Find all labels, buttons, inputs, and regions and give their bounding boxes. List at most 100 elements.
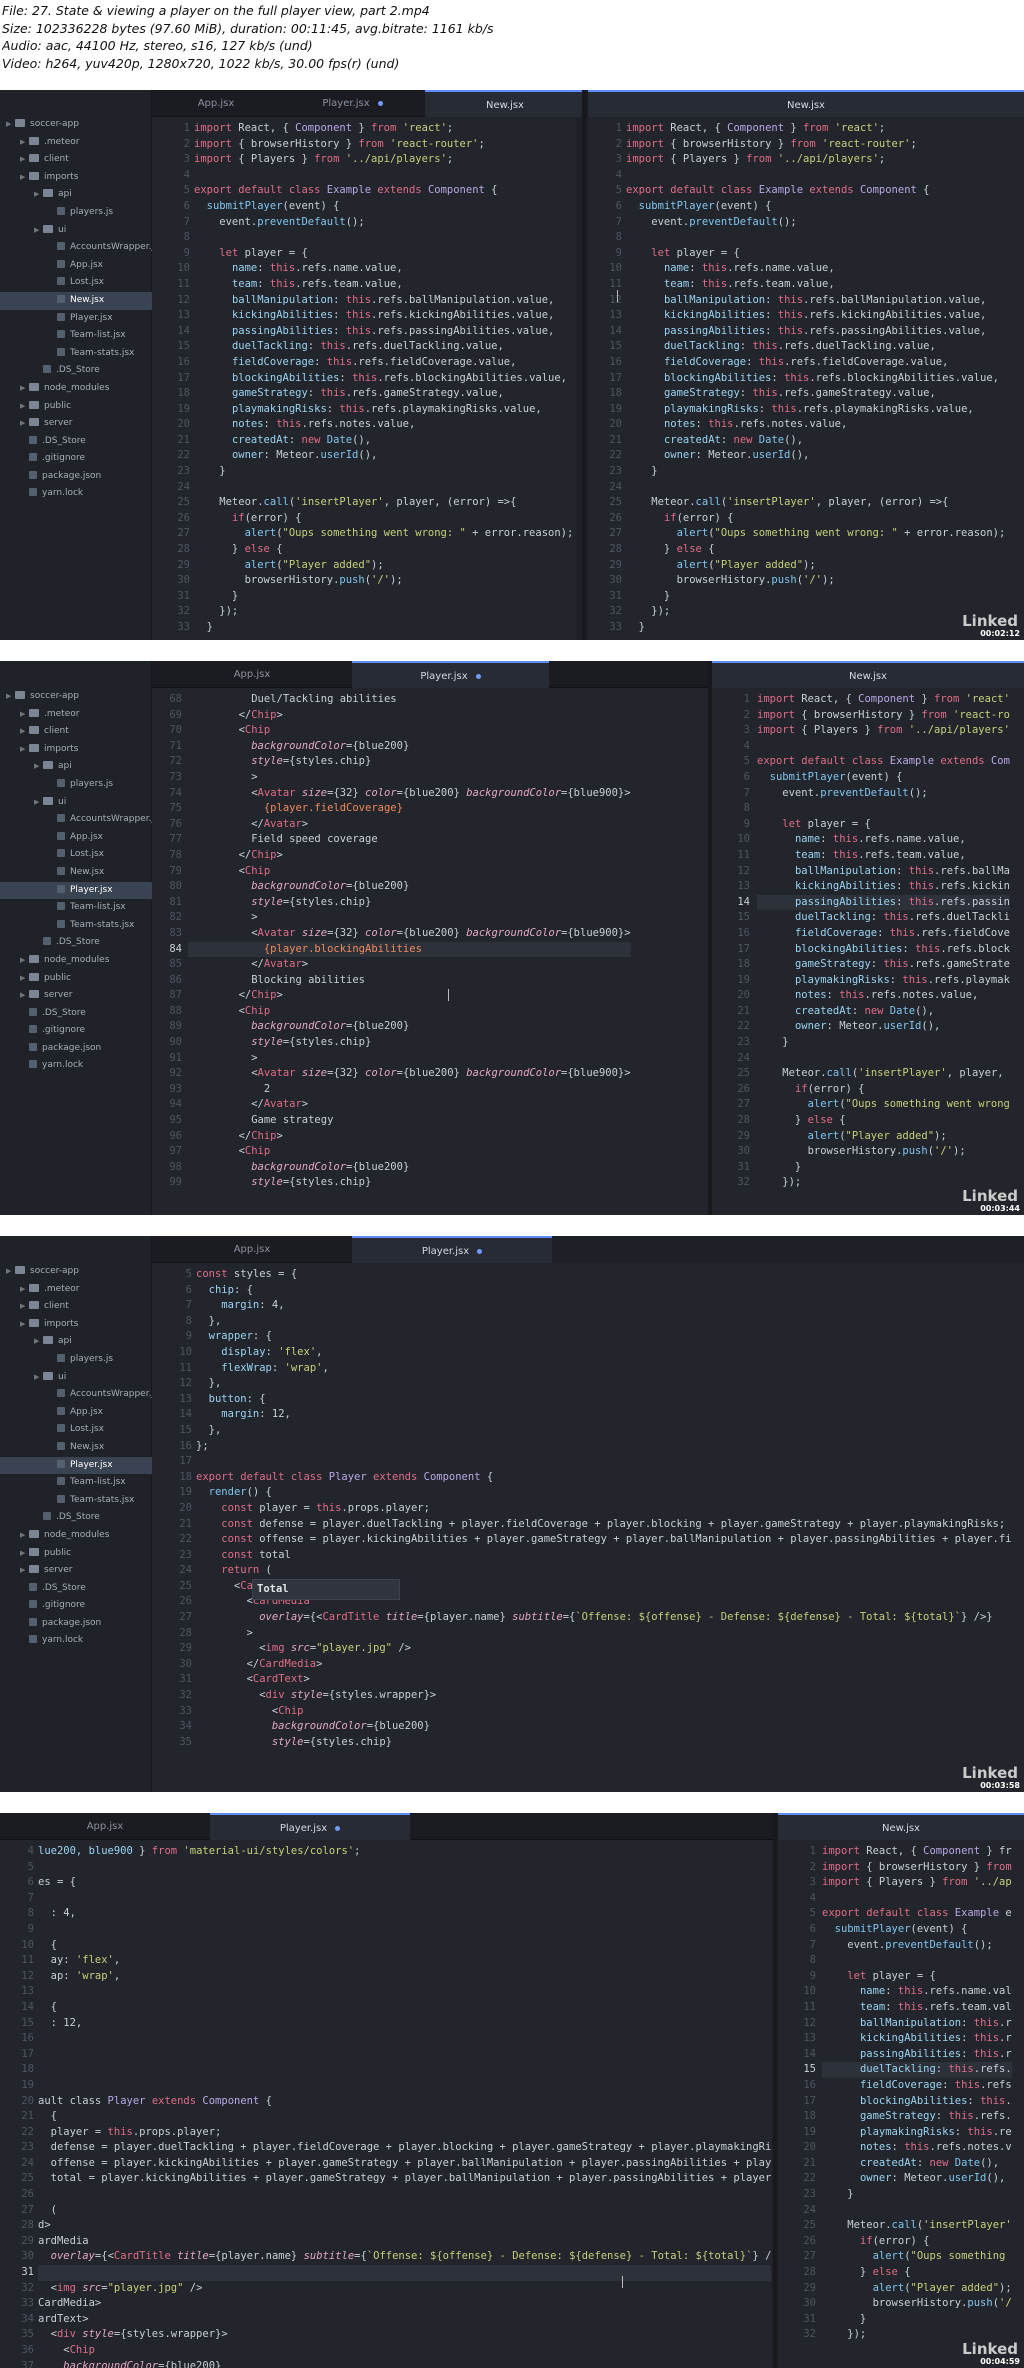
file-item[interactable]: Team-list.jsx: [0, 899, 152, 917]
folder-item[interactable]: ▶ .meteor: [0, 134, 152, 152]
editor-tab[interactable]: App.jsx: [0, 1813, 210, 1840]
file-item[interactable]: package.json: [0, 1615, 152, 1633]
code-pane[interactable]: 5 6 7 8 9 10 11 12 13 14 15 16 17 18 19 20 21 22 23 24 25 26 2…: [152, 1263, 1024, 1792]
folder-item[interactable]: ▶ soccer-app: [0, 116, 152, 134]
file-item[interactable]: .DS_Store: [0, 1005, 152, 1023]
file-item[interactable]: AccountsWrapper.js: [0, 1386, 159, 1404]
folder-item[interactable]: ▶ public: [0, 398, 152, 416]
folder-item[interactable]: ▶ soccer-app: [0, 1263, 152, 1281]
code-pane[interactable]: 1 2 3 4 5 6 7 8 9 10 11 12 13 14 15 16 17 18 19 20 21 22 23 24 2…: [712, 688, 1024, 1215]
file-item[interactable]: Player.jsx: [0, 310, 152, 328]
editor-tab[interactable]: Player.jsx: [352, 661, 549, 688]
folder-item[interactable]: ▶ .meteor: [0, 706, 152, 724]
folder-item[interactable]: ▶ node_modules: [0, 380, 152, 398]
file-item[interactable]: New.jsx: [0, 864, 152, 882]
folder-item[interactable]: ▶ node_modules: [0, 952, 152, 970]
folder-item[interactable]: ▶ api: [0, 758, 152, 776]
folder-item[interactable]: ▶ client: [0, 151, 152, 169]
folder-item[interactable]: ▶ api: [0, 1333, 152, 1351]
file-item[interactable]: players.js: [0, 204, 152, 222]
code-line: {: [38, 2110, 57, 2123]
folder-item[interactable]: ▶ client: [0, 723, 152, 741]
file-item[interactable]: App.jsx: [0, 257, 152, 275]
file-item[interactable]: .gitignore: [0, 450, 152, 468]
folder-item[interactable]: ▶ server: [0, 415, 152, 433]
folder-item[interactable]: ▶ ui: [0, 222, 152, 240]
file-icon: [57, 347, 65, 356]
editor-tab[interactable]: Player.jsx: [352, 1236, 552, 1263]
file-item[interactable]: yarn.lock: [0, 1057, 152, 1075]
folder-item[interactable]: ▶ api: [0, 186, 152, 204]
file-item[interactable]: Team-stats.jsx: [0, 345, 152, 363]
editor-tab[interactable]: Player.jsx: [280, 90, 425, 117]
file-item[interactable]: .DS_Store: [0, 1580, 152, 1598]
file-item[interactable]: .DS_Store: [0, 1509, 152, 1527]
folder-item[interactable]: ▶ public: [0, 1545, 152, 1563]
folder-item[interactable]: ▶ server: [0, 1562, 152, 1580]
file-item[interactable]: Team-list.jsx: [0, 1474, 152, 1492]
file-item[interactable]: Team-list.jsx: [0, 327, 152, 345]
code-pane[interactable]: 4 5 6 7 8 9 10 11 12 13 14 15 16 17 18 19 20 21 22 23 24 25 26…: [0, 1840, 772, 2368]
file-item[interactable]: App.jsx: [0, 829, 152, 847]
editor-tab[interactable]: App.jsx: [152, 1236, 352, 1263]
file-item[interactable]: .gitignore: [0, 1022, 152, 1040]
editor-tab[interactable]: Player.jsx: [210, 1813, 410, 1840]
file-item[interactable]: .DS_Store: [0, 362, 152, 380]
line-number: 29: [21, 2234, 34, 2247]
code-line: submitPlayer(event) {: [206, 199, 340, 212]
editor-tab[interactable]: App.jsx: [152, 661, 352, 688]
folder-item[interactable]: ▶ imports: [0, 1316, 152, 1334]
folder-item[interactable]: ▶ soccer-app: [0, 688, 152, 706]
file-item[interactable]: Lost.jsx: [0, 846, 152, 864]
file-item[interactable]: .DS_Store: [0, 433, 152, 451]
editor-tab[interactable]: New.jsx: [778, 1813, 1024, 1840]
line-number: 30: [179, 1657, 192, 1670]
file-item[interactable]: players.js: [0, 1351, 152, 1369]
file-item[interactable]: players.js: [0, 776, 152, 794]
folder-item[interactable]: ▶ imports: [0, 169, 152, 187]
autocomplete-popup[interactable]: Total: [252, 1579, 400, 1600]
folder-item[interactable]: ▶ server: [0, 987, 152, 1005]
editor-tab[interactable]: New.jsx: [588, 90, 1024, 117]
editor-tab[interactable]: App.jsx: [152, 90, 280, 117]
folder-item[interactable]: ▶ .meteor: [0, 1281, 152, 1299]
folder-item[interactable]: ▶ public: [0, 970, 152, 988]
file-item[interactable]: New.jsx: [0, 291, 152, 310]
file-item[interactable]: App.jsx: [0, 1404, 152, 1422]
file-item[interactable]: yarn.lock: [0, 1632, 152, 1650]
folder-item[interactable]: ▶ ui: [0, 1369, 152, 1387]
line-number: 6: [185, 1283, 192, 1296]
pane-splitter[interactable]: [708, 661, 712, 1215]
pane-splitter[interactable]: [773, 1813, 777, 2368]
code-pane[interactable]: 1 2 3 4 5 6 7 8 9 10 11 12 13 14 15 16 17 18 19 20 21 22 23 24 2…: [778, 1840, 1024, 2368]
line-number: 16: [737, 926, 750, 939]
file-item[interactable]: AccountsWrapper.js: [0, 811, 159, 829]
code-pane[interactable]: 68 69 70 71 72 73 74 75 76 77 78 79 80 81 82 83 84 85 86 87…: [152, 688, 708, 1215]
folder-item[interactable]: ▶ ui: [0, 794, 152, 812]
editor-tab[interactable]: New.jsx: [712, 661, 1024, 688]
folder-item[interactable]: ▶ node_modules: [0, 1527, 152, 1545]
pane-splitter[interactable]: [582, 90, 586, 640]
folder-item[interactable]: ▶ client: [0, 1298, 152, 1316]
code-pane[interactable]: 1 2 3 4 5 6 7 8 9 10 11 12 13 14 15 16 17 18 19 20 21 22 23 24 2…: [588, 117, 1024, 640]
file-item[interactable]: Team-stats.jsx: [0, 1492, 152, 1510]
folder-item[interactable]: ▶ imports: [0, 741, 152, 759]
file-item[interactable]: Player.jsx: [0, 881, 152, 900]
file-item[interactable]: Lost.jsx: [0, 274, 152, 292]
editor-tab[interactable]: New.jsx: [425, 90, 585, 117]
line-number: 21: [803, 2156, 816, 2169]
file-item[interactable]: Player.jsx: [0, 1456, 152, 1475]
file-item[interactable]: .DS_Store: [0, 934, 152, 952]
line-number: 90: [169, 1036, 182, 1049]
file-item[interactable]: New.jsx: [0, 1439, 152, 1457]
file-item[interactable]: .gitignore: [0, 1597, 152, 1615]
code-pane[interactable]: 1 2 3 4 5 6 7 8 9 10 11 12 13 14 15 16 17 18 19 20 21 22 23 24 2…: [152, 117, 576, 640]
file-item[interactable]: yarn.lock: [0, 485, 152, 503]
file-item[interactable]: Team-stats.jsx: [0, 917, 152, 935]
file-item[interactable]: Lost.jsx: [0, 1421, 152, 1439]
file-item[interactable]: AccountsWrapper.js: [0, 239, 159, 257]
file-item[interactable]: package.json: [0, 1040, 152, 1058]
file-item[interactable]: package.json: [0, 468, 152, 486]
